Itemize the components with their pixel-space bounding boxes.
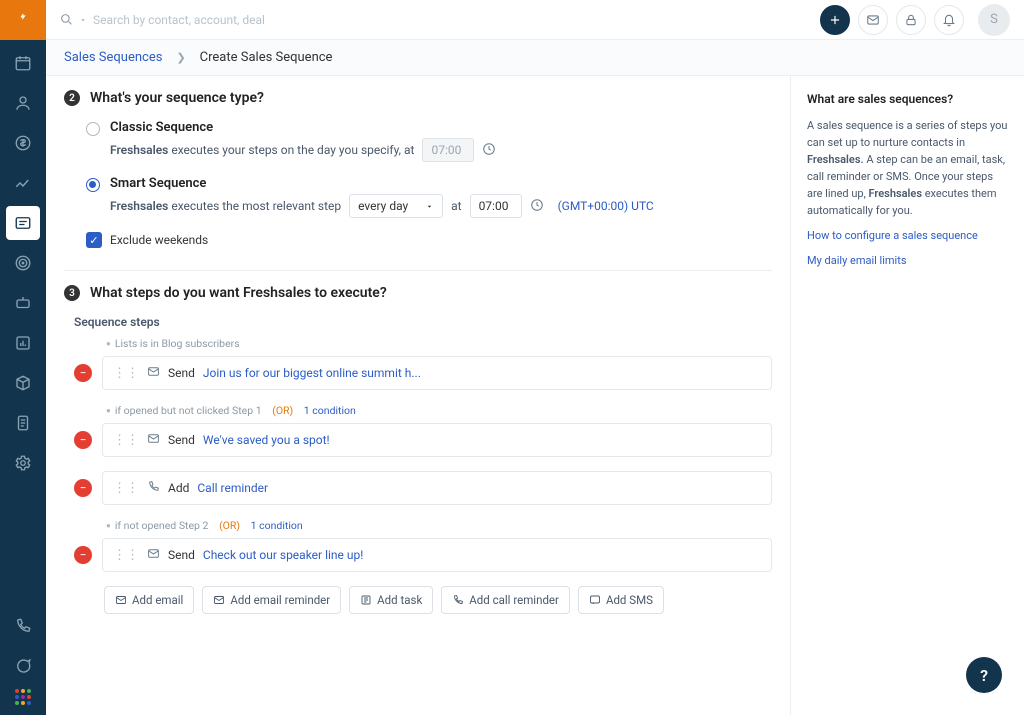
smart-title: Smart Sequence bbox=[110, 176, 772, 191]
classic-title: Classic Sequence bbox=[110, 120, 772, 135]
step-2-link[interactable]: We've saved you a spot! bbox=[203, 433, 330, 447]
step-4-link[interactable]: Check out our speaker line up! bbox=[203, 548, 363, 562]
nav-sequences[interactable] bbox=[6, 206, 40, 240]
nav-products[interactable] bbox=[6, 366, 40, 400]
nav-analytics[interactable] bbox=[6, 166, 40, 200]
help-body: A sales sequence is a series of steps yo… bbox=[807, 117, 1008, 219]
condition-1: ●Lists is in Blog subscribers bbox=[106, 337, 772, 350]
nav-apps[interactable] bbox=[15, 689, 31, 705]
clock-icon bbox=[530, 198, 544, 215]
step-number-3: 3 bbox=[64, 285, 80, 301]
nav-contacts[interactable] bbox=[6, 86, 40, 120]
nav-chat[interactable] bbox=[6, 649, 40, 683]
section-3-title: What steps do you want Freshsales to exe… bbox=[90, 285, 387, 301]
search-dropdown-icon[interactable] bbox=[79, 16, 87, 24]
nav-deals[interactable] bbox=[6, 126, 40, 160]
breadcrumb-current: Create Sales Sequence bbox=[200, 50, 333, 65]
nav-bot[interactable] bbox=[6, 286, 40, 320]
add-email-button[interactable]: Add email bbox=[104, 586, 194, 614]
nav-reports[interactable] bbox=[6, 326, 40, 360]
section-2-title: What's your sequence type? bbox=[90, 90, 264, 106]
phone-icon bbox=[147, 480, 160, 496]
remove-step-button[interactable]: − bbox=[74, 546, 92, 564]
step-card-4[interactable]: ⋮⋮ Send Check out our speaker line up! bbox=[102, 538, 772, 572]
breadcrumb-root[interactable]: Sales Sequences bbox=[64, 50, 162, 65]
chevron-right-icon: ❯ bbox=[176, 51, 185, 64]
frequency-select[interactable]: every day bbox=[349, 194, 443, 218]
at-label: at bbox=[451, 199, 461, 213]
drag-handle-icon[interactable]: ⋮⋮ bbox=[113, 433, 139, 448]
drag-handle-icon[interactable]: ⋮⋮ bbox=[113, 481, 139, 496]
step-number-2: 2 bbox=[64, 90, 80, 106]
drag-handle-icon[interactable]: ⋮⋮ bbox=[113, 366, 139, 381]
exclude-weekends-label: Exclude weekends bbox=[110, 233, 208, 247]
notifications-button[interactable] bbox=[934, 5, 964, 35]
clock-icon bbox=[482, 142, 496, 159]
remove-step-button[interactable]: − bbox=[74, 431, 92, 449]
add-email-reminder-button[interactable]: Add email reminder bbox=[202, 586, 341, 614]
main-content: 2 What's your sequence type? Classic Seq… bbox=[46, 76, 790, 715]
remove-step-button[interactable]: − bbox=[74, 364, 92, 382]
step-card-2[interactable]: ⋮⋮ Send We've saved you a spot! bbox=[102, 423, 772, 457]
add-button[interactable] bbox=[820, 5, 850, 35]
app-logo[interactable] bbox=[0, 0, 46, 40]
search-input[interactable] bbox=[93, 13, 353, 27]
classic-time-input[interactable] bbox=[422, 138, 474, 162]
nav-documents[interactable] bbox=[6, 406, 40, 440]
exclude-weekends-checkbox[interactable]: ✓ bbox=[86, 232, 102, 248]
classic-desc: executes your steps on the day you speci… bbox=[171, 143, 414, 157]
mail-icon bbox=[147, 365, 160, 381]
smart-bold: Freshsales bbox=[110, 199, 168, 213]
smart-desc: executes the most relevant step bbox=[171, 199, 341, 213]
help-link-limits[interactable]: My daily email limits bbox=[807, 252, 1008, 269]
step-card-1[interactable]: ⋮⋮ Send Join us for our biggest online s… bbox=[102, 356, 772, 390]
add-sms-button[interactable]: Add SMS bbox=[578, 586, 664, 614]
nav-settings[interactable] bbox=[6, 446, 40, 480]
add-task-button[interactable]: Add task bbox=[349, 586, 433, 614]
avatar[interactable]: S bbox=[978, 4, 1010, 36]
topbar: S bbox=[46, 0, 1024, 40]
help-fab[interactable]: ? bbox=[966, 657, 1002, 693]
condition-2-link[interactable]: 1 condition bbox=[304, 404, 356, 417]
smart-time-input[interactable] bbox=[470, 194, 522, 218]
nav-calendar[interactable] bbox=[6, 46, 40, 80]
help-panel: What are sales sequences? A sales sequen… bbox=[790, 76, 1024, 715]
step-3-link[interactable]: Call reminder bbox=[197, 481, 268, 495]
add-call-reminder-button[interactable]: Add call reminder bbox=[441, 586, 570, 614]
mail-button[interactable] bbox=[858, 5, 888, 35]
mail-icon bbox=[147, 432, 160, 448]
condition-3: ●if not opened Step 2 (OR) 1 condition bbox=[106, 519, 772, 532]
sequence-steps-label: Sequence steps bbox=[74, 315, 772, 329]
search-icon[interactable] bbox=[60, 13, 73, 26]
classic-bold: Freshsales bbox=[110, 143, 168, 157]
step-card-3[interactable]: ⋮⋮ Add Call reminder bbox=[102, 471, 772, 505]
nav-phone[interactable] bbox=[6, 609, 40, 643]
condition-2: ●if opened but not clicked Step 1 (OR) 1… bbox=[106, 404, 772, 417]
help-link-configure[interactable]: How to configure a sales sequence bbox=[807, 227, 1008, 244]
remove-step-button[interactable]: − bbox=[74, 479, 92, 497]
radio-classic[interactable] bbox=[86, 122, 100, 136]
nav-goals[interactable] bbox=[6, 246, 40, 280]
drag-handle-icon[interactable]: ⋮⋮ bbox=[113, 548, 139, 563]
lock-button[interactable] bbox=[896, 5, 926, 35]
step-1-link[interactable]: Join us for our biggest online summit h.… bbox=[203, 366, 421, 380]
mail-icon bbox=[147, 547, 160, 563]
sidebar bbox=[0, 0, 46, 715]
condition-3-link[interactable]: 1 condition bbox=[251, 519, 303, 532]
help-title: What are sales sequences? bbox=[807, 90, 1008, 109]
timezone-link[interactable]: (GMT+00:00) UTC bbox=[558, 199, 654, 213]
breadcrumb: Sales Sequences ❯ Create Sales Sequence bbox=[46, 40, 1024, 76]
radio-smart[interactable] bbox=[86, 178, 100, 192]
